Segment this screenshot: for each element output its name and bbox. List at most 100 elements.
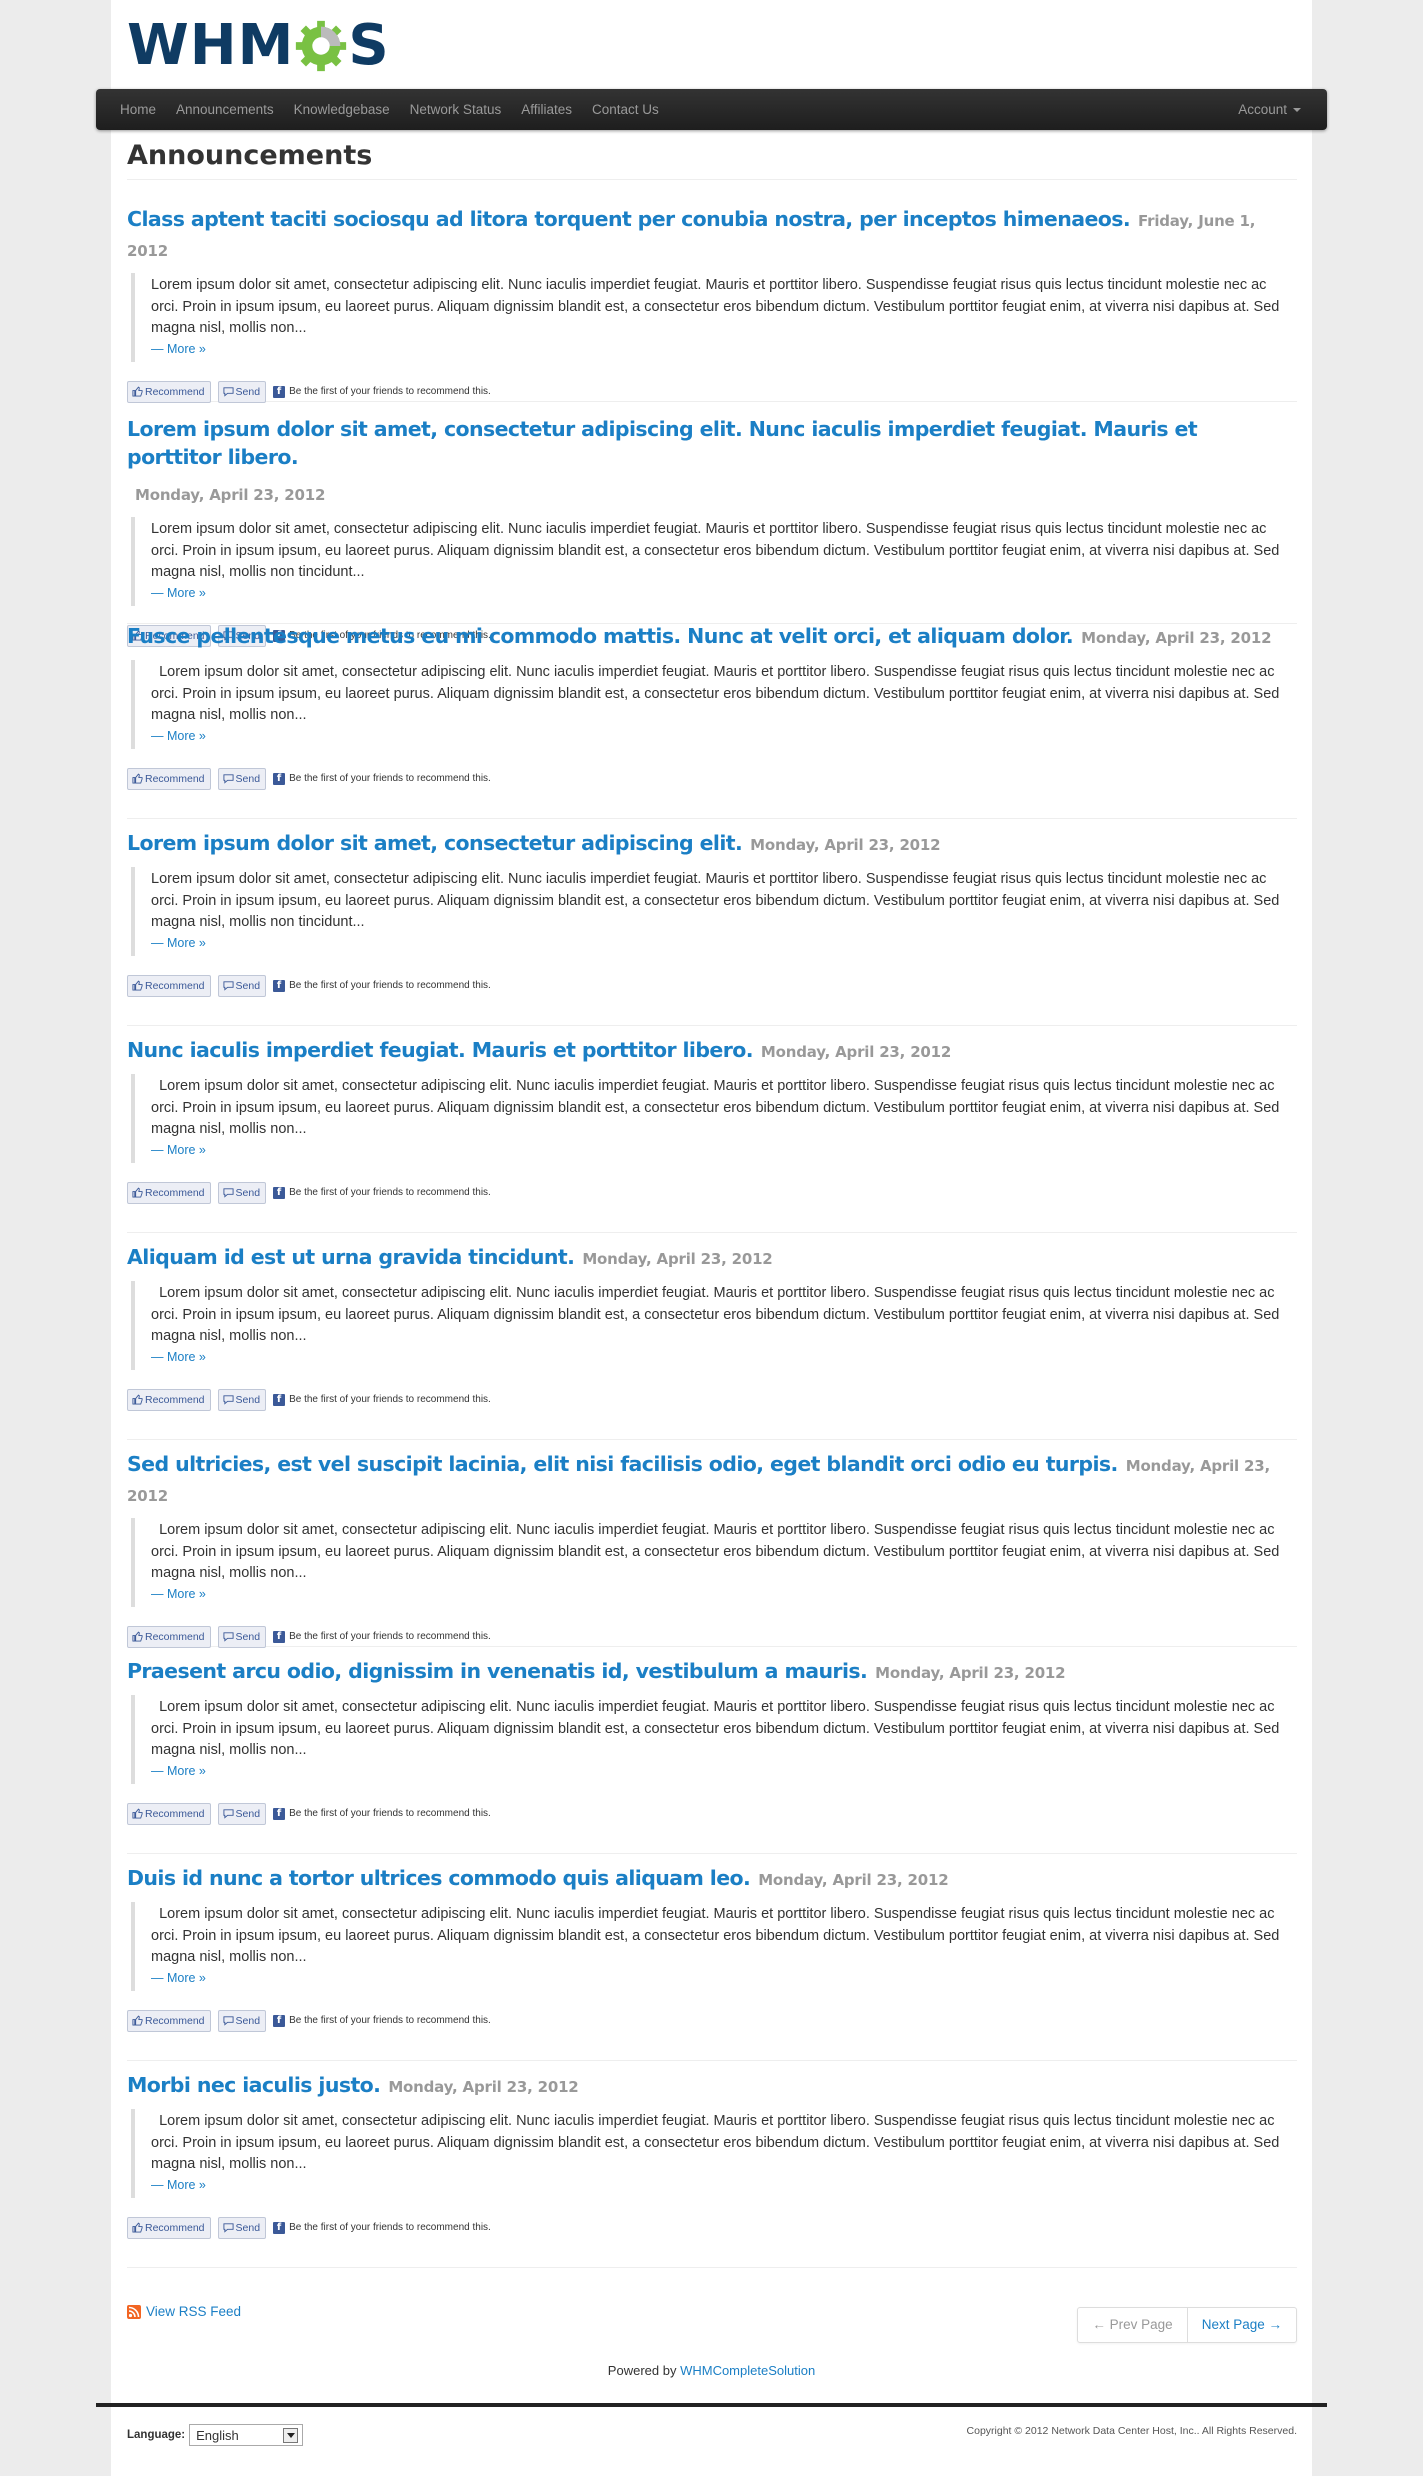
send-label: Send xyxy=(235,2221,261,2234)
footer-controls: View RSS Feed ← Prev Page Next Page → xyxy=(127,2304,1297,2344)
recommend-button[interactable]: Recommend xyxy=(127,1625,211,1648)
logo-text-left: WHM xyxy=(127,13,295,78)
announcement-excerpt-text: Lorem ipsum dolor sit amet, consectetur … xyxy=(151,2113,1284,2172)
announcement-excerpt-text: Lorem ipsum dolor sit amet, consectetur … xyxy=(151,1699,1284,1758)
announcement-title-link[interactable]: Sed ultricies, est vel suscipit lacinia,… xyxy=(127,1452,1118,1476)
nav-item-network-status[interactable]: Network Status xyxy=(400,89,512,130)
announcement-item: Aliquam id est ut urna gravida tincidunt… xyxy=(127,1243,1297,1440)
send-label: Send xyxy=(235,1186,261,1199)
announcement-title-link[interactable]: Class aptent taciti sociosqu ad litora t… xyxy=(127,207,1131,231)
announcement-excerpt-text: Lorem ipsum dolor sit amet, consectetur … xyxy=(151,1522,1284,1581)
facebook-note: f Be the first of your friends to recomme… xyxy=(273,385,491,398)
thumbs-up-icon xyxy=(132,980,143,991)
send-button[interactable]: Send xyxy=(217,767,267,790)
nav-account-dropdown[interactable]: Account xyxy=(1238,89,1301,130)
announcement-date: Monday, April 23, 2012 xyxy=(758,1871,949,1889)
powered-by-link[interactable]: WHMCompleteSolution xyxy=(680,2363,815,2378)
send-button[interactable]: Send xyxy=(217,2009,267,2032)
recommend-button[interactable]: Recommend xyxy=(127,974,211,997)
thumbs-up-icon xyxy=(132,386,143,397)
announcement-title-row: Duis id nunc a tortor ultrices commodo q… xyxy=(127,1864,1297,1894)
send-button[interactable]: Send xyxy=(217,2216,267,2239)
announcement-title-row: Aliquam id est ut urna gravida tincidunt… xyxy=(127,1243,1297,1273)
recommend-button[interactable]: Recommend xyxy=(127,380,211,403)
announcement-date: Monday, April 23, 2012 xyxy=(582,1250,773,1268)
announcement-title-link[interactable]: Fusce pellentesque metus eu mi commodo m… xyxy=(127,624,1074,648)
logo[interactable]: WHM S xyxy=(127,16,390,76)
announcement-item: Sed ultricies, est vel suscipit lacinia,… xyxy=(127,1450,1297,1649)
nav-item-announcements[interactable]: Announcements xyxy=(166,89,284,130)
send-button[interactable]: Send xyxy=(217,1625,267,1648)
send-label: Send xyxy=(235,1393,261,1406)
send-button[interactable]: Send xyxy=(217,380,267,403)
recommend-button[interactable]: Recommend xyxy=(127,1181,211,1204)
nav-item-contact-us[interactable]: Contact Us xyxy=(582,89,669,130)
recommend-label: Recommend xyxy=(145,1186,205,1199)
footer-divider xyxy=(96,2403,1327,2407)
prev-page-button[interactable]: ← Prev Page xyxy=(1078,2308,1188,2342)
facebook-icon: f xyxy=(273,385,286,398)
announcement-title-link[interactable]: Praesent arcu odio, dignissim in venenat… xyxy=(127,1659,868,1683)
read-more-link[interactable]: — More » xyxy=(151,1585,1297,1603)
announcement-title-row: Fusce pellentesque metus eu mi commodo m… xyxy=(127,622,1297,652)
facebook-icon: f xyxy=(273,1630,286,1643)
send-label: Send xyxy=(235,1807,261,1820)
rss-label: View RSS Feed xyxy=(146,2304,242,2319)
read-more-link[interactable]: — More » xyxy=(151,1969,1297,1987)
facebook-note-text: Be the first of your friends to recommen… xyxy=(289,773,491,784)
announcement-title-row: Morbi nec iaculis justo. Monday, April 23… xyxy=(127,2071,1297,2101)
page-title: Announcements xyxy=(127,140,1297,180)
read-more-link[interactable]: — More » xyxy=(151,2176,1297,2194)
announcement-excerpt-text: Lorem ipsum dolor sit amet, consectetur … xyxy=(151,1285,1284,1344)
announcement-title-link[interactable]: Morbi nec iaculis justo. xyxy=(127,2073,381,2097)
recommend-label: Recommend xyxy=(145,1393,205,1406)
nav-item-knowledgebase[interactable]: Knowledgebase xyxy=(284,89,400,130)
read-more-link[interactable]: — More » xyxy=(151,584,1297,602)
announcement-date: Monday, April 23, 2012 xyxy=(875,1664,1066,1682)
announcement-title-link[interactable]: Duis id nunc a tortor ultrices commodo q… xyxy=(127,1866,751,1890)
recommend-button[interactable]: Recommend xyxy=(127,1802,211,1825)
next-page-button[interactable]: Next Page → xyxy=(1188,2308,1296,2342)
nav-item-home[interactable]: Home xyxy=(110,89,166,130)
recommend-label: Recommend xyxy=(145,2014,205,2027)
announcement-title-link[interactable]: Lorem ipsum dolor sit amet, consectetur … xyxy=(127,831,743,855)
language-select[interactable]: English xyxy=(189,2424,304,2446)
announcement-title-link[interactable]: Lorem ipsum dolor sit amet, consectetur … xyxy=(127,417,1198,469)
recommend-button[interactable]: Recommend xyxy=(127,767,211,790)
read-more-link[interactable]: — More » xyxy=(151,340,1297,358)
facebook-note: f Be the first of your friends to recomme… xyxy=(273,1393,491,1406)
social-bar: Recommend Send f Be the first of your frien… xyxy=(127,1625,1297,1649)
send-button[interactable]: Send xyxy=(217,1181,267,1204)
read-more-link[interactable]: — More » xyxy=(151,727,1297,745)
announcement-item: Praesent arcu odio, dignissim in venenat… xyxy=(127,1657,1297,1854)
announcement-title-row: Praesent arcu odio, dignissim in venenat… xyxy=(127,1657,1297,1687)
recommend-button[interactable]: Recommend xyxy=(127,2009,211,2032)
send-button[interactable]: Send xyxy=(217,1802,267,1825)
recommend-button[interactable]: Recommend xyxy=(127,1388,211,1411)
nav-account-label: Account xyxy=(1238,102,1287,117)
nav-item-affiliates[interactable]: Affiliates xyxy=(511,89,582,130)
read-more-link[interactable]: — More » xyxy=(151,1762,1297,1780)
announcement-title-link[interactable]: Nunc iaculis imperdiet feugiat. Mauris e… xyxy=(127,1038,754,1062)
powered-by-prefix: Powered by xyxy=(607,2363,677,2378)
recommend-button[interactable]: Recommend xyxy=(127,2216,211,2239)
thumbs-up-icon xyxy=(132,1631,143,1642)
send-button[interactable]: Send xyxy=(217,1388,267,1411)
speech-bubble-icon xyxy=(222,387,234,397)
language-selector: Language: English xyxy=(127,2424,304,2446)
facebook-note-text: Be the first of your friends to recommen… xyxy=(289,1394,491,1405)
announcement-title-link[interactable]: Aliquam id est ut urna gravida tincidunt… xyxy=(127,1245,575,1269)
rss-link[interactable]: View RSS Feed xyxy=(127,2304,241,2319)
announcement-excerpt: Lorem ipsum dolor sit amet, consectetur … xyxy=(131,1074,1297,1163)
announcement-item: Fusce pellentesque metus eu mi commodo m… xyxy=(127,622,1297,819)
language-label: Language: xyxy=(127,2429,186,2441)
send-button[interactable]: Send xyxy=(217,974,267,997)
speech-bubble-icon xyxy=(222,1395,234,1405)
send-label: Send xyxy=(235,385,261,398)
announcement-excerpt: Lorem ipsum dolor sit amet, consectetur … xyxy=(131,2109,1297,2198)
powered-by: Powered by WHMCompleteSolution xyxy=(111,2363,1312,2378)
read-more-link[interactable]: — More » xyxy=(151,1348,1297,1366)
announcement-date: Monday, April 23, 2012 xyxy=(135,486,326,504)
read-more-link[interactable]: — More » xyxy=(151,934,1297,952)
read-more-link[interactable]: — More » xyxy=(151,1141,1297,1159)
